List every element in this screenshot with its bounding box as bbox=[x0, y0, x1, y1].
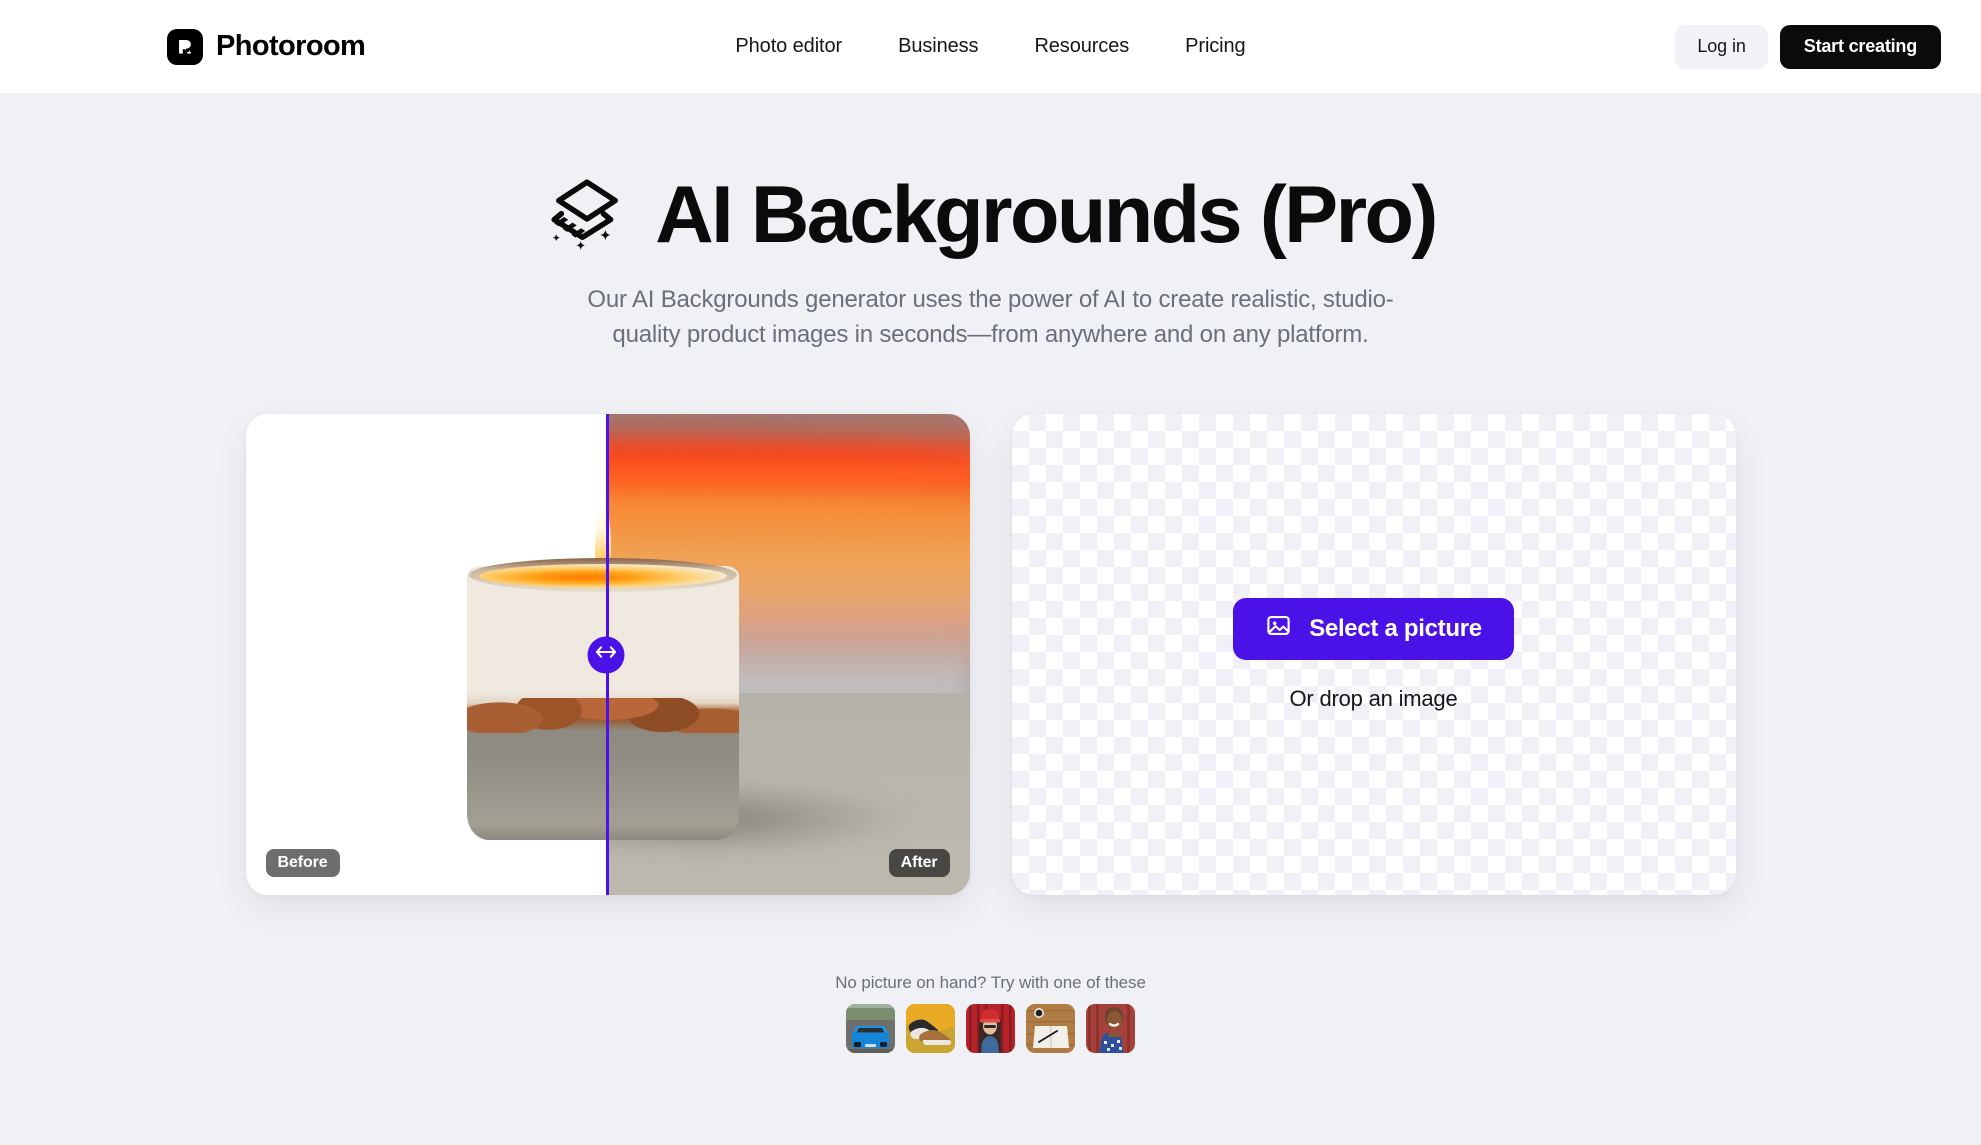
sky-streak bbox=[605, 495, 970, 522]
header-actions: Log in Start creating bbox=[1675, 24, 1941, 69]
hero-section: AI Backgrounds (Pro) Our AI Backgrounds … bbox=[0, 93, 1981, 352]
sample-thumb-woman-red-beanie[interactable] bbox=[966, 1004, 1015, 1054]
sample-images-label: No picture on hand? Try with one of thes… bbox=[835, 973, 1146, 993]
horizontal-resize-arrows-icon bbox=[595, 646, 616, 664]
brand-name: Photoroom bbox=[216, 30, 366, 62]
after-image bbox=[605, 414, 970, 896]
main-nav: Photo editor Business Resources Pricing bbox=[735, 35, 1245, 58]
sample-thumb-blue-car[interactable] bbox=[846, 1004, 895, 1054]
sample-images-row bbox=[0, 1004, 1981, 1054]
image-icon bbox=[1265, 612, 1292, 646]
before-label: Before bbox=[265, 849, 340, 878]
sky-streak bbox=[605, 438, 970, 469]
nav-item-pricing[interactable]: Pricing bbox=[1185, 35, 1246, 58]
candle-glaze-splash bbox=[605, 697, 739, 734]
cards-row: Before After Select a picture Or drop an… bbox=[0, 414, 1981, 896]
before-after-comparison[interactable]: Before After bbox=[245, 414, 970, 896]
candle-after bbox=[605, 504, 739, 841]
sample-thumb-woman-patterned-top[interactable] bbox=[1086, 1004, 1135, 1054]
page-title: AI Backgrounds (Pro) bbox=[655, 169, 1438, 260]
sample-thumb-notebook-on-wood[interactable] bbox=[1026, 1004, 1075, 1054]
sample-thumb-brown-sneakers[interactable] bbox=[906, 1004, 955, 1054]
ai-layers-sparkle-icon bbox=[545, 173, 629, 257]
main-content: AI Backgrounds (Pro) Our AI Backgrounds … bbox=[0, 93, 1981, 1054]
after-panel bbox=[605, 414, 970, 896]
comparison-slider-handle[interactable] bbox=[587, 636, 624, 674]
drop-hint-text: Or drop an image bbox=[1289, 685, 1458, 711]
hero-title-row: AI Backgrounds (Pro) bbox=[0, 173, 1981, 257]
login-button[interactable]: Log in bbox=[1675, 24, 1768, 69]
site-header: Photoroom Photo editor Business Resource… bbox=[0, 0, 1981, 93]
brand-logo-link[interactable]: Photoroom bbox=[167, 28, 366, 65]
nav-item-resources[interactable]: Resources bbox=[1034, 35, 1129, 58]
sample-images-section: No picture on hand? Try with one of thes… bbox=[0, 973, 1981, 1054]
candle-jar bbox=[605, 566, 739, 841]
start-creating-button[interactable]: Start creating bbox=[1779, 24, 1941, 69]
sky-streak bbox=[605, 418, 970, 439]
sky-streak bbox=[605, 467, 970, 489]
nav-item-business[interactable]: Business bbox=[898, 35, 978, 58]
hero-subtitle: Our AI Backgrounds generator uses the po… bbox=[587, 286, 1394, 348]
image-dropzone[interactable]: Select a picture Or drop an image bbox=[1011, 414, 1736, 896]
photoroom-logo-icon bbox=[167, 28, 203, 65]
after-label: After bbox=[888, 849, 950, 878]
select-a-picture-label: Select a picture bbox=[1309, 614, 1482, 642]
select-a-picture-button[interactable]: Select a picture bbox=[1233, 597, 1514, 660]
nav-item-photo-editor[interactable]: Photo editor bbox=[735, 35, 842, 58]
